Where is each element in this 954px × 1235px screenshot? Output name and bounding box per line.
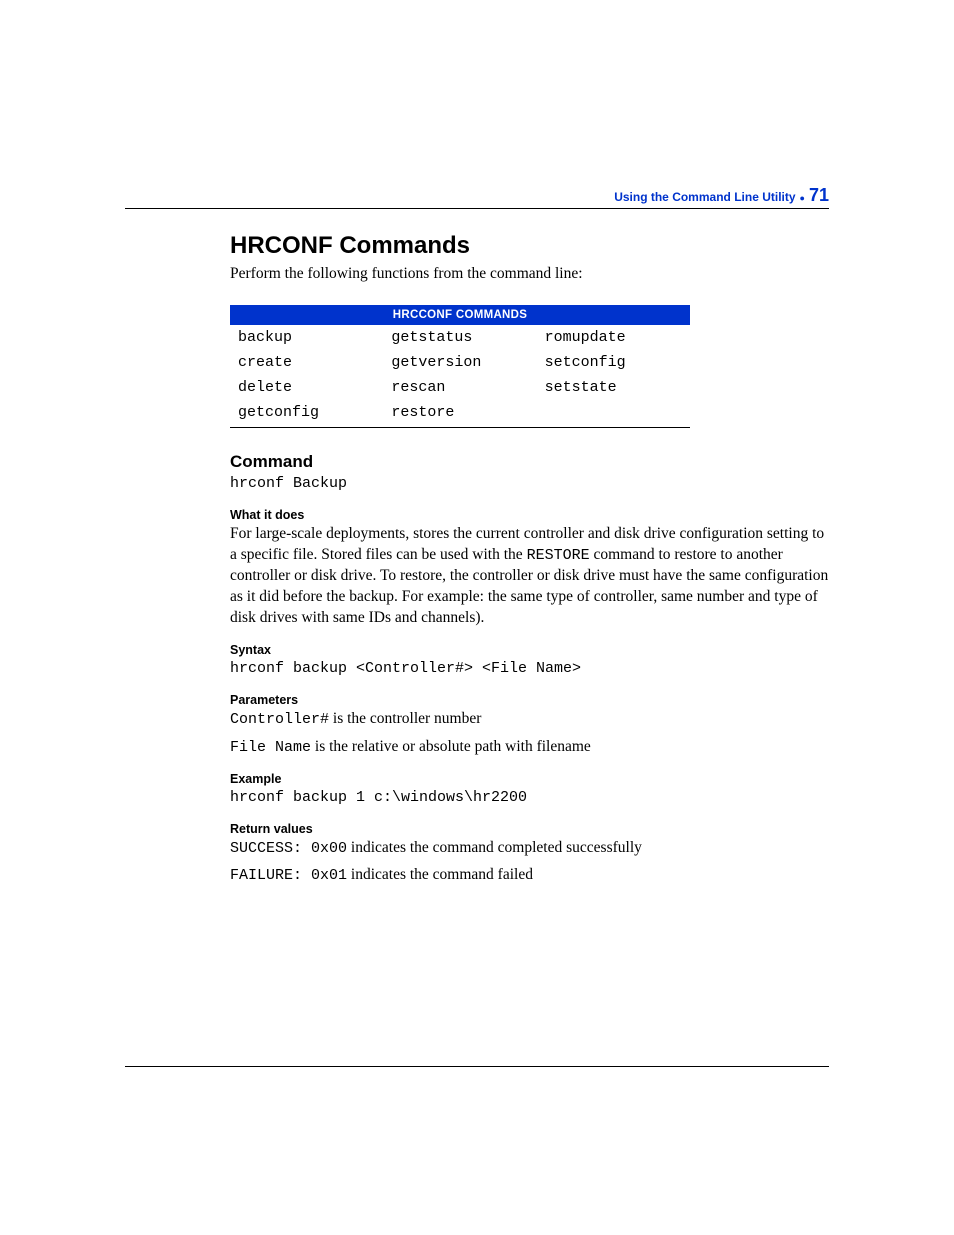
cmd-cell: getversion [383,350,536,375]
example-value: hrconf backup 1 c:\windows\hr2200 [230,788,829,808]
return-1: SUCCESS: 0x00 indicates the command comp… [230,838,829,859]
return-1-text: indicates the command completed successf… [347,839,642,856]
syntax-value: hrconf backup <Controller#> <File Name> [230,659,829,679]
cmd-cell: setstate [537,375,690,400]
running-header: Using the Command Line Utility ● 71 [614,185,829,206]
return-2: FAILURE: 0x01 indicates the command fail… [230,865,829,886]
cmd-cell: getconfig [230,400,383,428]
param-1-code: Controller# [230,711,329,728]
parameters-heading: Parameters [230,693,829,707]
param-2: File Name is the relative or absolute pa… [230,737,829,758]
intro-text: Perform the following functions from the… [230,264,829,285]
return-2-code: FAILURE: 0x01 [230,867,347,884]
page-number: 71 [809,185,829,205]
bullet-icon: ● [800,193,805,203]
command-name: hrconf Backup [230,474,829,494]
page-title: HRCONF Commands [230,232,829,260]
cmd-cell: backup [230,325,383,350]
cmd-cell: setconfig [537,350,690,375]
param-2-text: is the relative or absolute path with fi… [311,738,591,755]
return-values-heading: Return values [230,822,829,836]
param-1-text: is the controller number [329,710,481,727]
param-2-code: File Name [230,739,311,756]
example-heading: Example [230,772,829,786]
cmd-cell: getstatus [383,325,536,350]
what-it-does-heading: What it does [230,508,829,522]
running-title: Using the Command Line Utility [614,190,795,204]
cmd-cell: rescan [383,375,536,400]
table-row: create getversion setconfig [230,350,690,375]
table-row: delete rescan setstate [230,375,690,400]
what-it-does-body: For large-scale deployments, stores the … [230,524,829,629]
table-row: getconfig restore [230,400,690,428]
return-1-code: SUCCESS: 0x00 [230,840,347,857]
param-1: Controller# is the controller number [230,709,829,730]
return-2-text: indicates the command failed [347,866,533,883]
cmd-cell [537,400,690,428]
cmd-cell: restore [383,400,536,428]
page: Using the Command Line Utility ● 71 HRCONF… [0,0,954,1235]
cmd-cell: create [230,350,383,375]
footer-rule [125,1066,829,1067]
commands-table: HRCCONF COMMANDS backup getstatus romupd… [230,305,690,428]
wid-code: RESTORE [527,547,590,564]
header-rule [125,208,829,209]
cmd-cell: delete [230,375,383,400]
cmd-cell: romupdate [537,325,690,350]
syntax-heading: Syntax [230,643,829,657]
table-header: HRCCONF COMMANDS [230,305,690,325]
command-heading: Command [230,452,829,472]
table-row: backup getstatus romupdate [230,325,690,350]
